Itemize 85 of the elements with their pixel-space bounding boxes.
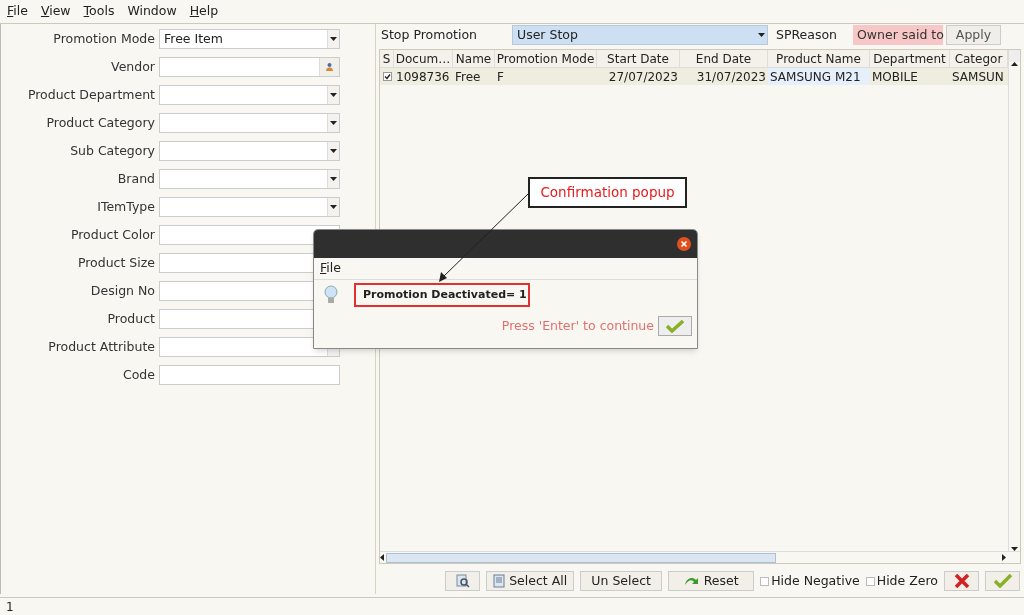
field-label: Promotion Mode: [52, 29, 156, 48]
field-label: Sub Category: [69, 141, 156, 160]
field-label: Product Department: [26, 85, 156, 104]
status-bar: 1: [0, 597, 1024, 615]
close-icon[interactable]: [677, 237, 691, 251]
reason-field[interactable]: Owner said to: [853, 25, 943, 45]
dropdown-field[interactable]: [159, 141, 340, 161]
checkmark-icon: [666, 319, 684, 333]
checkbox-label: Hide Zero: [876, 571, 938, 590]
table-cell-text: MOBILE: [871, 69, 919, 85]
table-cell-text: 1098736: [395, 69, 451, 85]
dropdown-arrow-icon[interactable]: [330, 121, 337, 125]
field-label: SPReason: [775, 25, 839, 44]
field-label: Product Attribute: [47, 337, 156, 356]
close-icon: [953, 574, 970, 588]
unselect-button[interactable]: Un Select: [580, 571, 663, 591]
column-header[interactable]: End Date: [680, 50, 768, 67]
dropdown-field[interactable]: [159, 113, 340, 133]
dropdown-field[interactable]: User Stop: [512, 25, 768, 45]
curved-arrow-icon: [683, 575, 700, 587]
field-label: Product Size: [76, 253, 156, 272]
dropdown-field[interactable]: [159, 337, 340, 357]
dropdown-field[interactable]: Free Item: [159, 29, 340, 49]
column-header[interactable]: Product Name: [768, 50, 870, 67]
column-header[interactable]: Start Date: [597, 50, 680, 67]
message-text: Promotion Deactivated= 1: [354, 283, 530, 307]
scroll-right-icon[interactable]: [1002, 554, 1006, 561]
checkbox-label: Hide Negative: [771, 571, 860, 590]
reset-button[interactable]: Reset: [668, 571, 755, 591]
field-label: Stop Promotion: [380, 25, 478, 44]
field-label: Brand: [116, 169, 156, 188]
menu-item[interactable]: Help: [189, 2, 219, 21]
column-header[interactable]: Promotion Mode: [495, 50, 597, 67]
column-header[interactable]: Docum…: [394, 50, 453, 67]
column-header[interactable]: S: [380, 50, 394, 67]
menu-item[interactable]: Tools: [83, 2, 115, 21]
dropdown-field[interactable]: [159, 169, 340, 189]
table-cell: SAMSUNG M21: [768, 68, 870, 85]
checkmark-icon: [993, 574, 1012, 588]
table-cell-text: F: [496, 69, 505, 85]
column-header[interactable]: Department: [870, 50, 950, 67]
scroll-left-icon[interactable]: [380, 554, 384, 561]
scroll-down-icon[interactable]: [1011, 547, 1018, 551]
dropdown-arrow-icon[interactable]: [330, 37, 337, 41]
checkbox[interactable]: [760, 576, 770, 586]
dropdown-field[interactable]: [159, 85, 340, 105]
horizontal-scrollbar[interactable]: [380, 551, 1020, 563]
cancel-button[interactable]: [944, 571, 979, 591]
field-label: Product: [106, 309, 156, 328]
menu-item[interactable]: Window: [127, 2, 177, 21]
dropdown-field[interactable]: [159, 197, 340, 217]
field-label: Product Color: [69, 225, 156, 244]
table-cell-text: 27/07/2023: [607, 69, 679, 85]
field-label: ITemType: [96, 197, 156, 216]
field-label: Product Category: [45, 113, 156, 132]
checkbox[interactable]: [865, 576, 875, 586]
text-field[interactable]: [159, 365, 340, 385]
hint-text: Press 'Enter' to continue: [501, 316, 654, 335]
table-cell-text: 31/07/2023: [695, 69, 767, 85]
vertical-scrollbar[interactable]: [1009, 62, 1020, 551]
menu-item[interactable]: View: [40, 2, 71, 21]
person-icon[interactable]: [326, 63, 333, 71]
dropdown-arrow-icon[interactable]: [330, 177, 337, 181]
row-checkbox[interactable]: [382, 72, 392, 81]
dropdown-arrow-icon[interactable]: [330, 93, 337, 97]
lightbulb-icon: [324, 285, 338, 305]
apply-button[interactable]: Apply: [946, 25, 1001, 45]
dropdown-arrow-icon[interactable]: [330, 205, 337, 209]
document-icon: [493, 574, 506, 588]
search-button[interactable]: [445, 571, 481, 591]
lookup-field[interactable]: [159, 57, 340, 77]
dropdown-arrow-icon[interactable]: [330, 149, 337, 153]
callout-label: Confirmation popup: [528, 177, 687, 208]
menu-item[interactable]: File: [320, 259, 341, 278]
field-label: Code: [122, 365, 156, 384]
field-label: Design No: [89, 281, 156, 300]
select-all-button[interactable]: Select All: [486, 571, 575, 591]
column-header[interactable]: Name: [453, 50, 495, 67]
table-cell-text: SAMSUN: [951, 69, 1005, 85]
dropdown-arrow-icon[interactable]: [757, 33, 765, 37]
menu-item[interactable]: File: [7, 2, 28, 21]
search-icon: [455, 574, 470, 588]
column-header[interactable]: Categor: [950, 50, 1008, 67]
table-cell-text: Free: [454, 69, 482, 85]
field-label: Vendor: [110, 57, 156, 76]
